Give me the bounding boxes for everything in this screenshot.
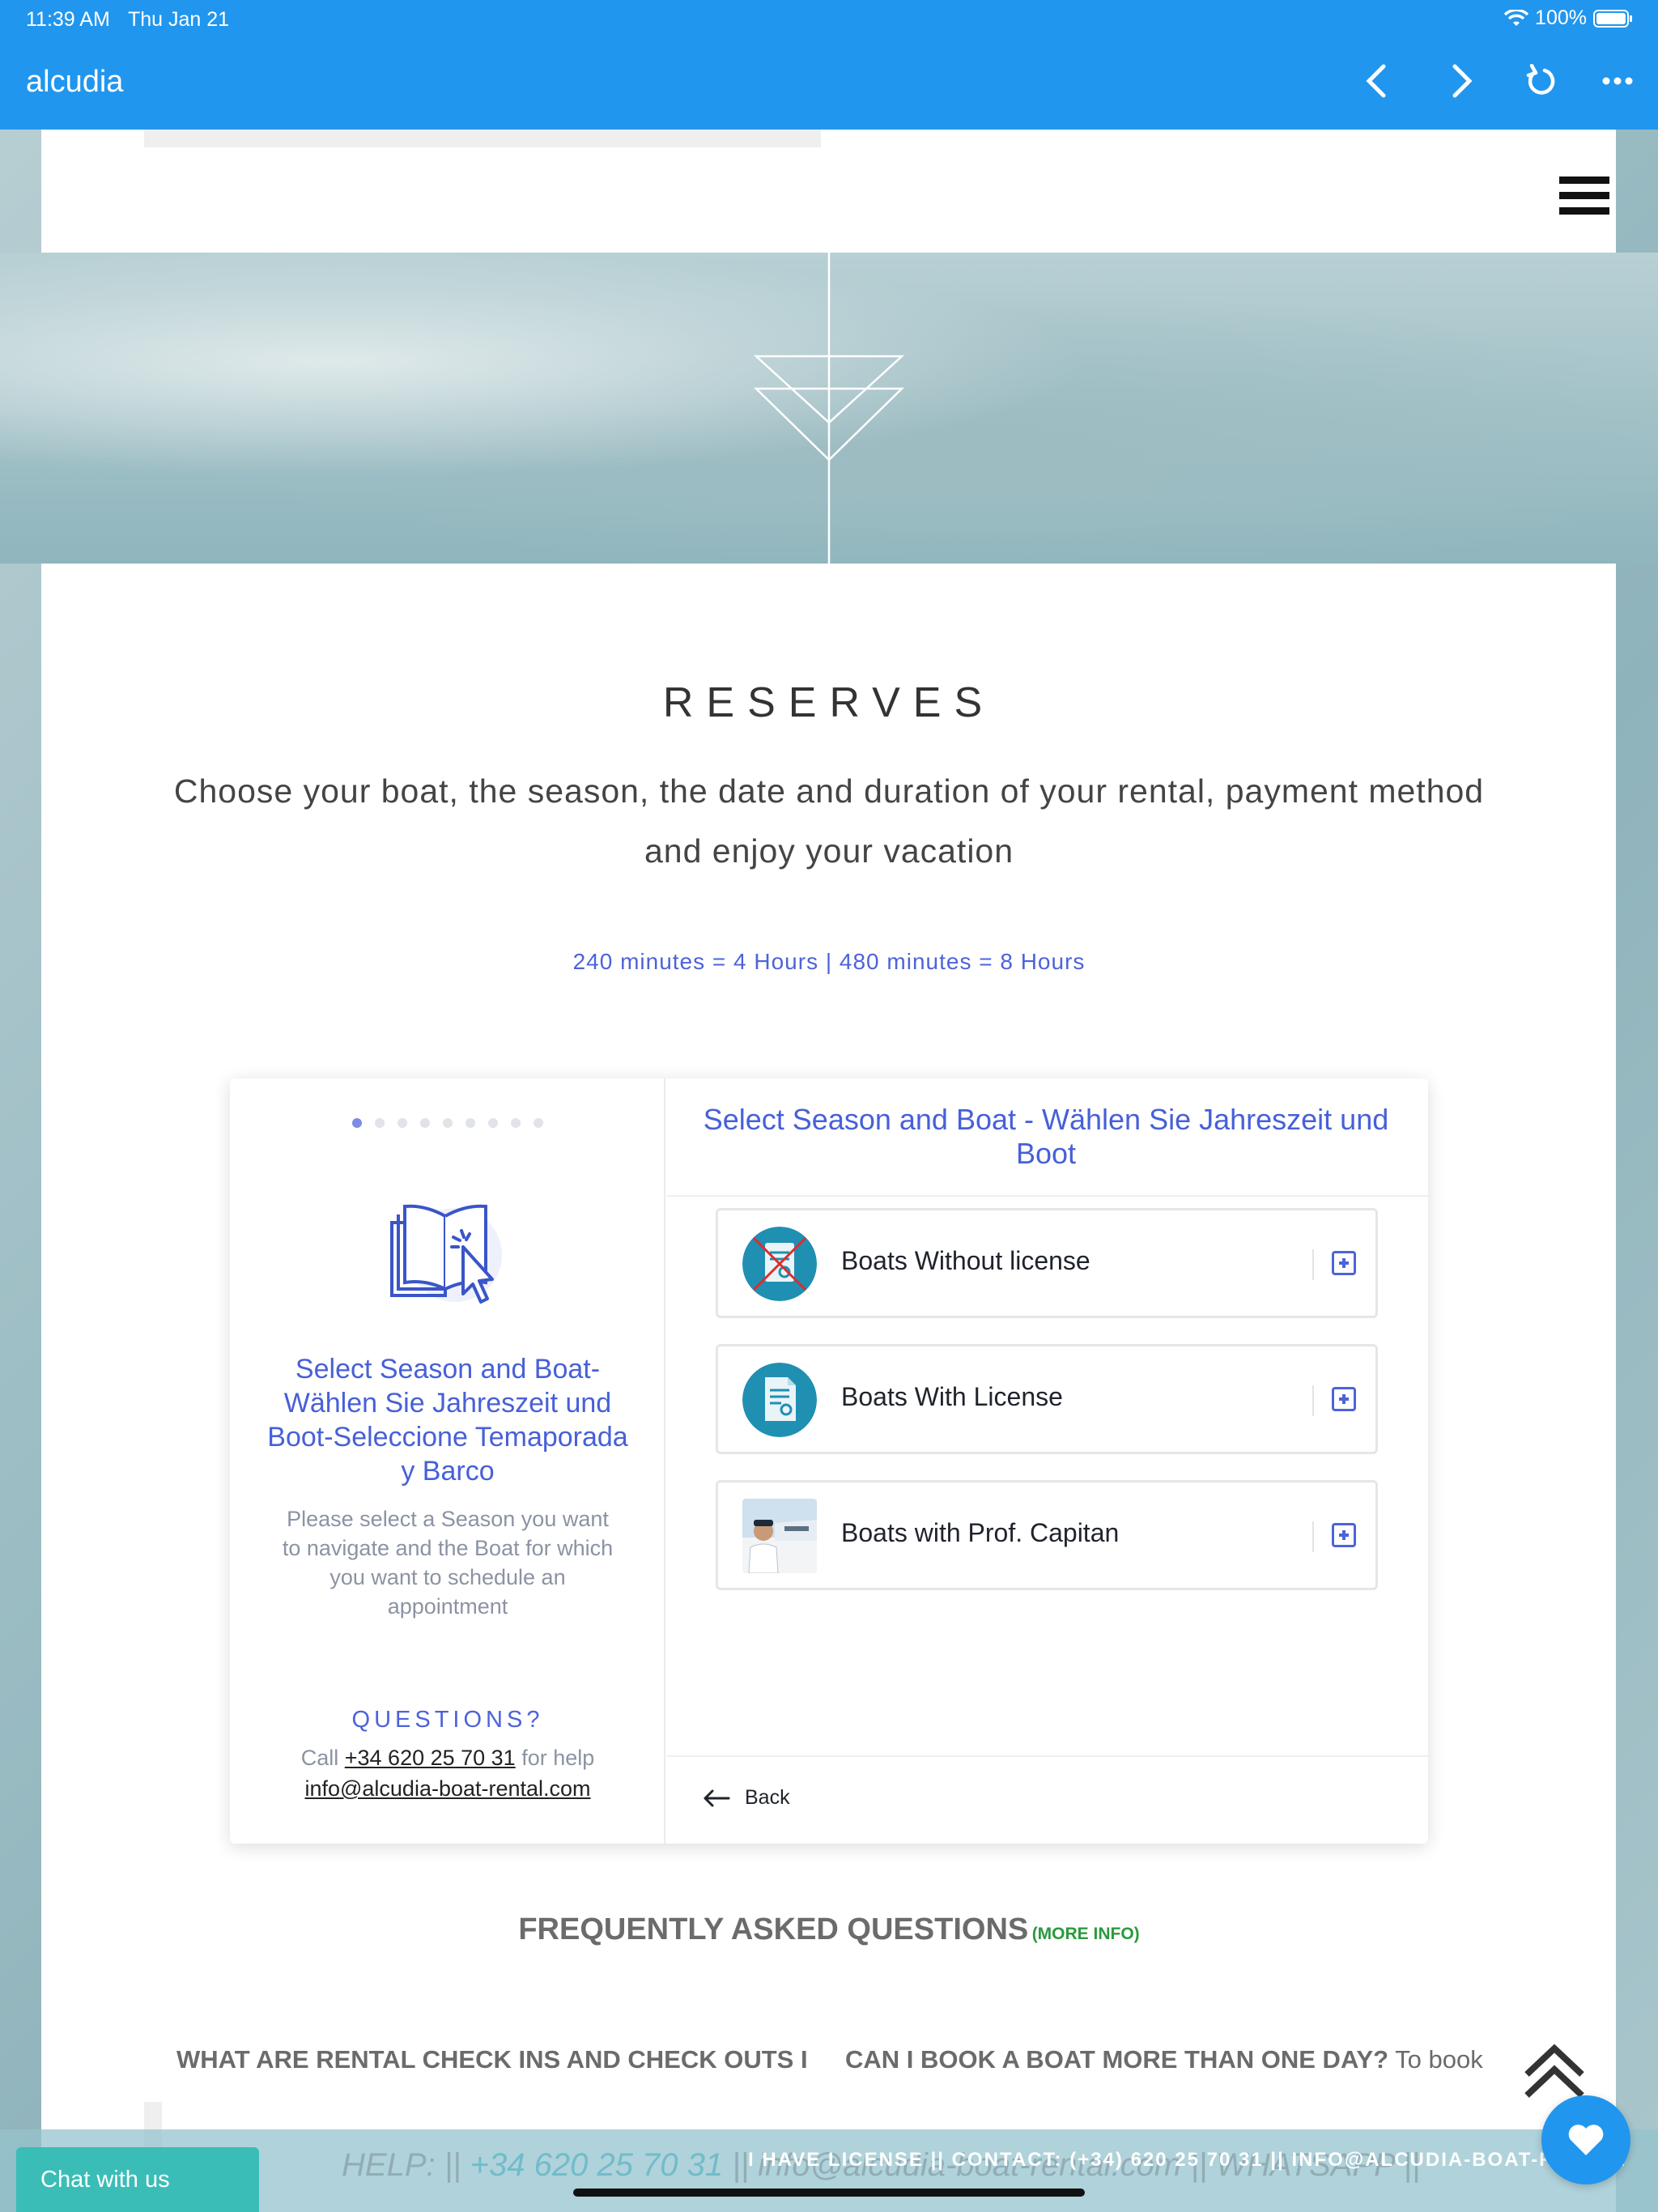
chevron-left-icon — [1366, 64, 1386, 98]
expand-plus-icon[interactable] — [1332, 1523, 1356, 1547]
chevron-right-icon — [1452, 64, 1473, 98]
wifi-icon — [1504, 9, 1529, 26]
faq-title: FREQUENTLY ASKED QUESTIONS — [518, 1912, 1029, 1946]
battery-percent: 100% — [1535, 6, 1587, 29]
call-line: Call +34 620 25 70 31 for help — [230, 1746, 665, 1771]
divider — [667, 1755, 1428, 1757]
step-dot — [443, 1118, 453, 1128]
faq-heading: FREQUENTLY ASKED QUESTIONS (MORE INFO) — [0, 1912, 1658, 1947]
option-boats-with-captain[interactable]: Boats with Prof. Capitan — [716, 1480, 1378, 1590]
heart-icon — [1568, 2125, 1604, 2155]
browser-title: alcudia — [26, 65, 124, 99]
description-line: Choose your boat, the season, the date a… — [173, 772, 1485, 810]
option-boats-with-license[interactable]: Boats With License — [716, 1344, 1378, 1454]
option-separator — [1312, 1521, 1314, 1552]
license-icon — [742, 1363, 817, 1437]
back-label: Back — [745, 1786, 790, 1809]
step-dot — [352, 1118, 362, 1128]
captain-photo — [742, 1499, 817, 1573]
faq-question[interactable]: CAN I BOOK A BOAT MORE THAN ONE DAY? To … — [845, 2045, 1483, 2074]
step-dot — [511, 1118, 521, 1128]
ellipsis-icon — [1602, 77, 1633, 85]
back-button[interactable]: Back — [703, 1786, 790, 1810]
chat-label: Chat with us — [40, 2166, 170, 2193]
faq-question-text: To book — [1388, 2045, 1483, 2074]
page-title: RESERVES — [662, 679, 996, 726]
reload-button[interactable] — [1519, 58, 1564, 104]
more-menu-button[interactable] — [1595, 58, 1640, 104]
menu-bar — [1559, 207, 1609, 215]
book-click-icon — [390, 1204, 502, 1304]
scroll-to-top-icon[interactable] — [1522, 2044, 1587, 2100]
triangle-logo-icon — [753, 253, 905, 564]
header-logo-strip — [144, 130, 821, 147]
faq-question-title: CAN I BOOK A BOAT MORE THAN ONE DAY? — [845, 2045, 1389, 2074]
home-indicator — [573, 2189, 1085, 2197]
help-label: HELP: || — [342, 2147, 470, 2183]
menu-bar — [1559, 192, 1609, 199]
questions-heading: QUESTIONS? — [351, 1707, 544, 1733]
browser-top-bar — [0, 0, 1658, 130]
divider — [667, 1195, 1428, 1197]
chat-with-us-button[interactable]: Chat with us — [16, 2147, 259, 2212]
no-license-icon — [742, 1227, 817, 1301]
expand-plus-icon[interactable] — [1332, 1387, 1356, 1411]
step-dot — [488, 1118, 498, 1128]
selection-title: Select Season and Boat - Wählen Sie Jahr… — [703, 1103, 1389, 1170]
arrow-left-icon — [704, 1789, 730, 1806]
favorite-button[interactable] — [1541, 2095, 1630, 2184]
help-phone[interactable]: +34 620 25 70 31 — [470, 2147, 724, 2183]
option-label: Boats With License — [841, 1382, 1063, 1411]
option-label: Boats Without license — [841, 1246, 1090, 1275]
sidebar-title: Select Season and Boat- Wählen Sie Jahre… — [267, 1354, 628, 1487]
more-info-link[interactable]: (MORE INFO) — [1032, 1925, 1140, 1943]
step-dot — [534, 1118, 543, 1128]
step-dot — [375, 1118, 385, 1128]
status-date: Thu Jan 21 — [128, 8, 230, 31]
call-prefix: Call — [300, 1746, 339, 1770]
email-link[interactable]: info@alcudia-boat-rental.com — [230, 1776, 665, 1802]
forward-nav-button[interactable] — [1439, 58, 1485, 104]
reload-icon — [1526, 64, 1555, 95]
site-header — [41, 130, 1616, 253]
expand-plus-icon[interactable] — [1332, 1251, 1356, 1275]
footer-ticker-text: I HAVE LICENSE || CONTACT: (+34) 620 25 … — [748, 2149, 1626, 2171]
duration-note: 240 minutes = 4 Hours | 480 minutes = 8 … — [572, 949, 1086, 974]
step-dot — [466, 1118, 475, 1128]
call-suffix: for help — [521, 1746, 595, 1770]
option-separator — [1312, 1249, 1314, 1280]
menu-bar — [1559, 177, 1609, 184]
phone-link[interactable]: +34 620 25 70 31 — [345, 1746, 516, 1770]
step-dot — [397, 1118, 407, 1128]
hamburger-menu-button[interactable] — [1559, 177, 1609, 220]
battery-icon — [1593, 9, 1632, 28]
reserves-description: Choose your boat, the season, the date a… — [162, 761, 1496, 881]
step-dot — [420, 1118, 430, 1128]
option-boats-without-license[interactable]: Boats Without license — [716, 1208, 1378, 1318]
option-label: Boats with Prof. Capitan — [841, 1518, 1120, 1547]
faq-question[interactable]: WHAT ARE RENTAL CHECK INS AND CHECK OUTS… — [176, 2045, 808, 2074]
sidebar-description: Please select a Season you want to navig… — [282, 1507, 614, 1619]
status-time: 11:39 AM — [26, 8, 110, 31]
option-separator — [1312, 1385, 1314, 1416]
status-indicators: 100% — [1504, 6, 1634, 30]
back-nav-button[interactable] — [1354, 58, 1399, 104]
description-line: and enjoy your vacation — [644, 832, 1014, 870]
hero-banner — [0, 253, 1658, 564]
